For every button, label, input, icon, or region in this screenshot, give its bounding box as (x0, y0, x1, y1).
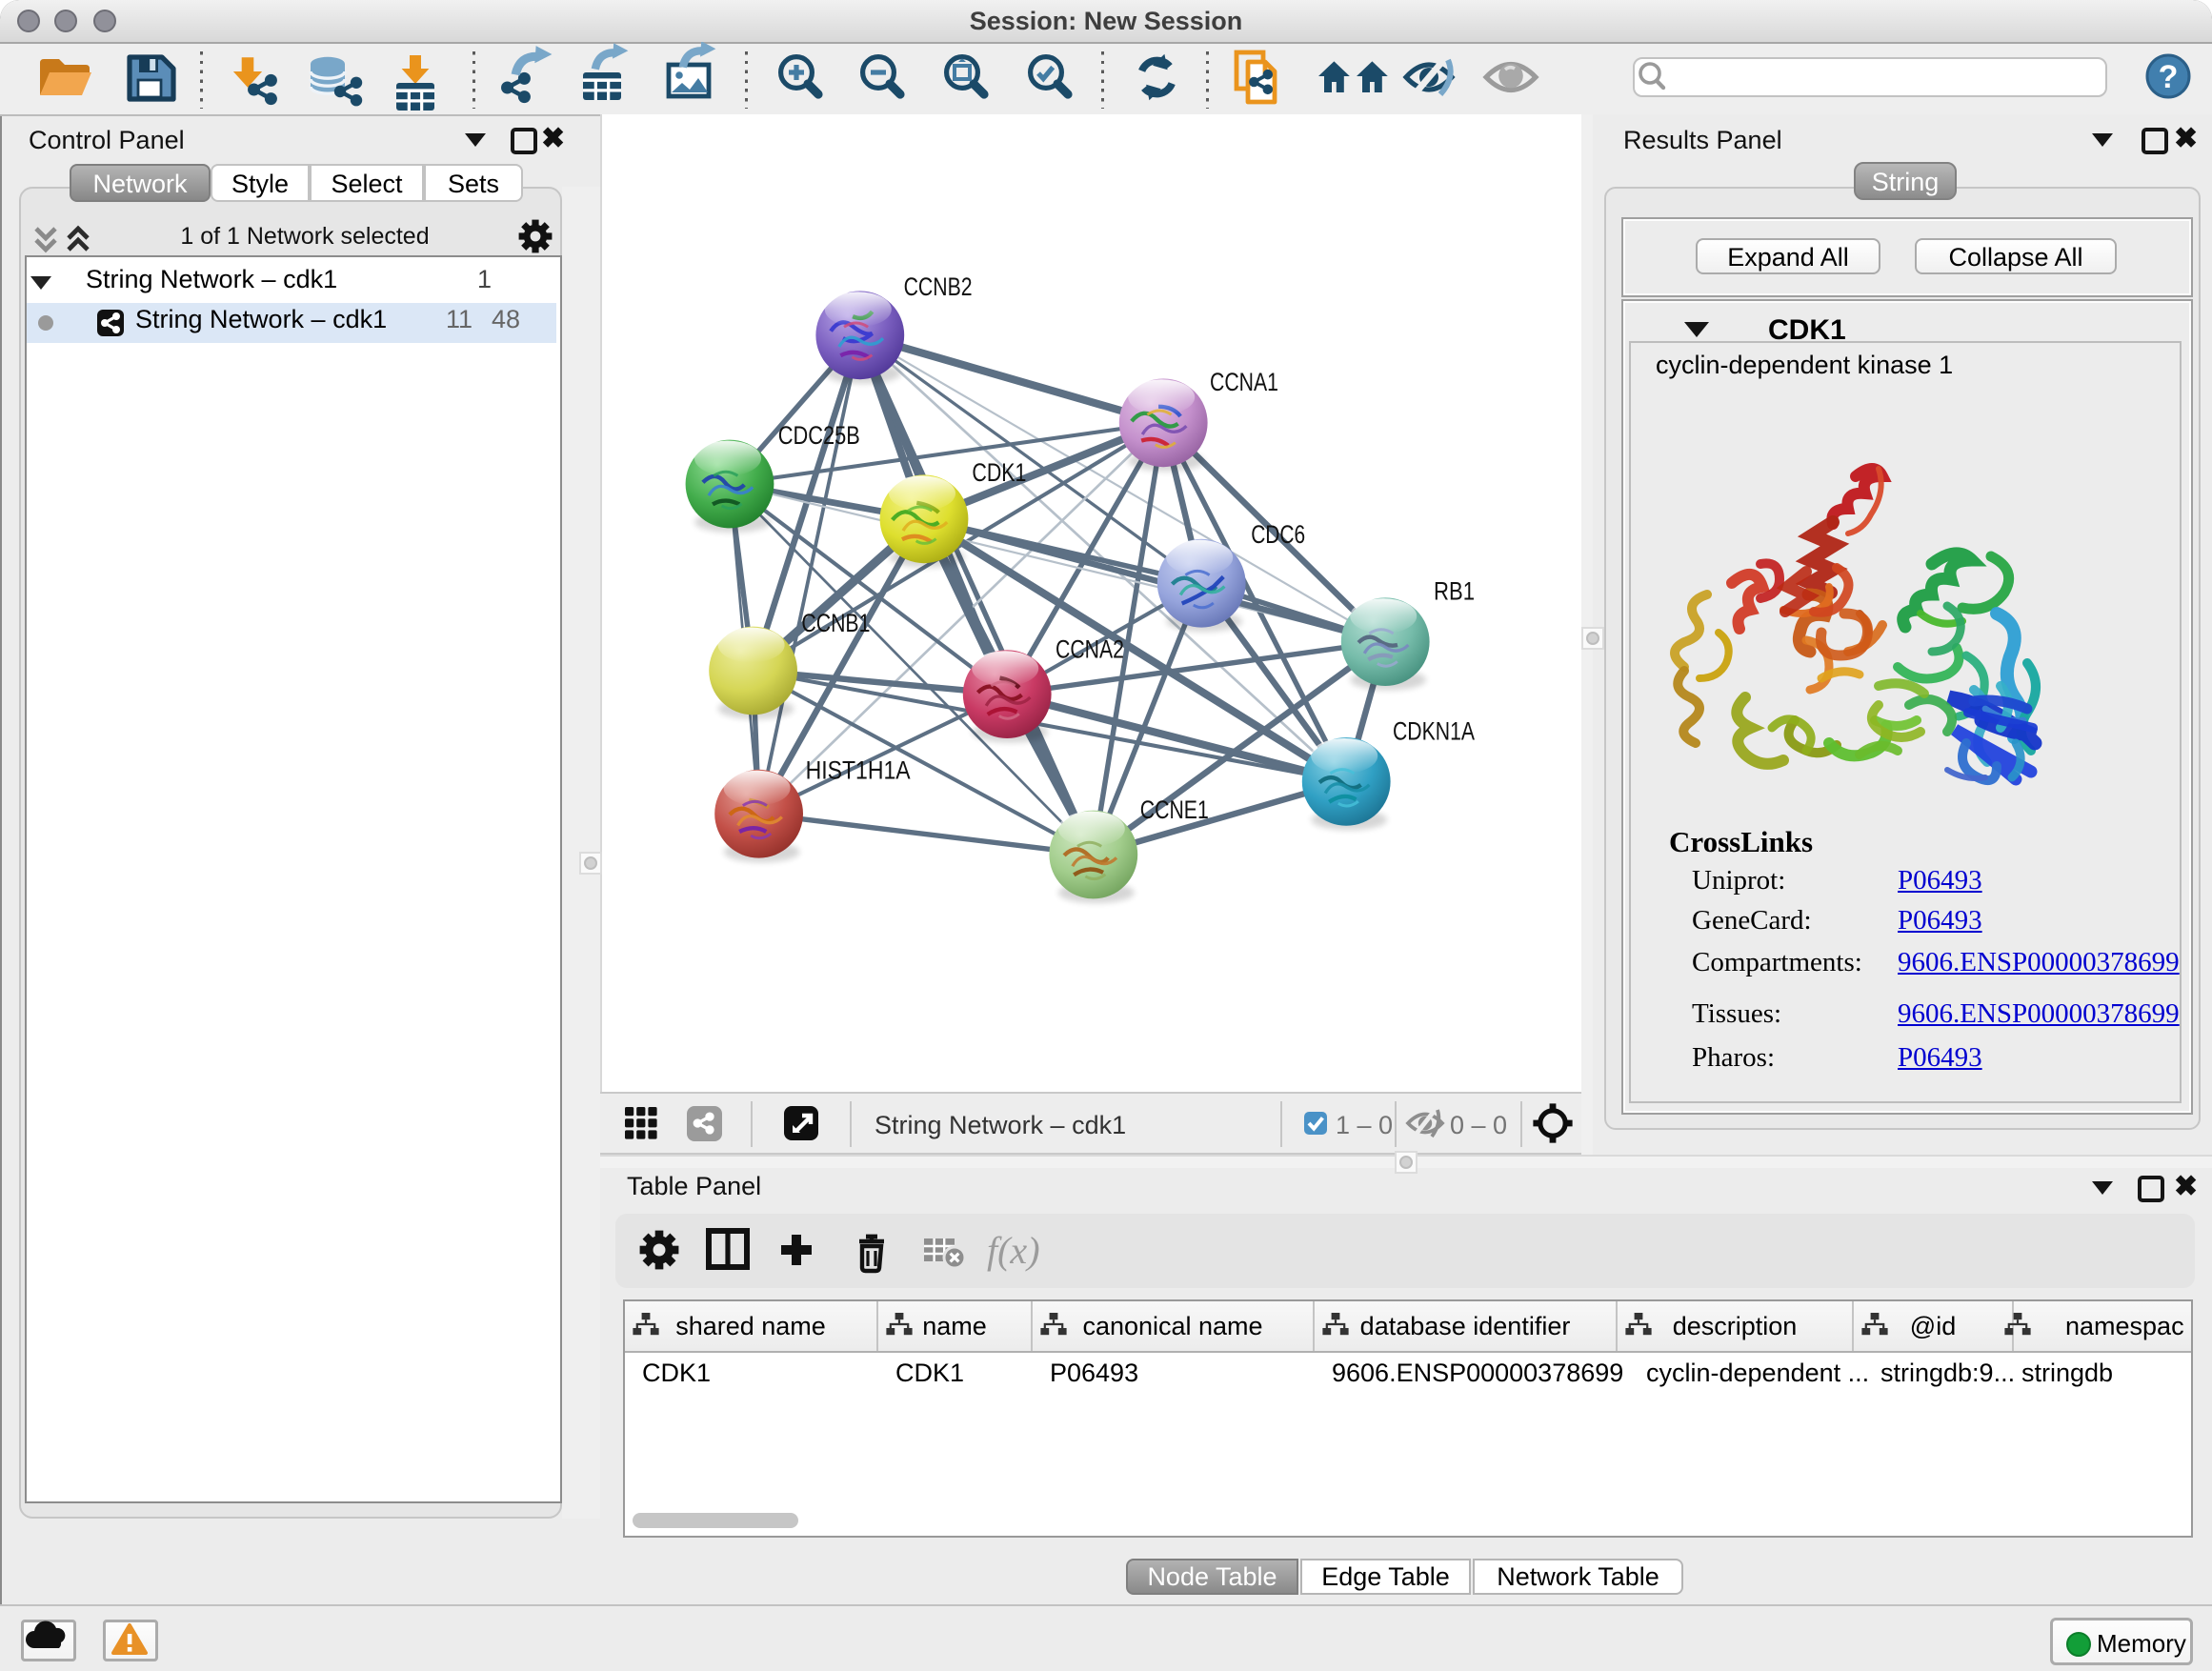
svg-text:HIST1H1A: HIST1H1A (806, 755, 911, 784)
svg-text:RB1: RB1 (1434, 576, 1475, 605)
svg-text:f(x): f(x) (987, 1229, 1040, 1272)
svg-text:CCNB2: CCNB2 (904, 272, 973, 301)
svg-text:CCNB1: CCNB1 (801, 609, 870, 637)
svg-text:?: ? (2159, 59, 2179, 95)
svg-text:CDC6: CDC6 (1251, 520, 1305, 549)
svg-text:CCNA2: CCNA2 (1056, 635, 1124, 664)
svg-text:CCNE1: CCNE1 (1140, 795, 1209, 824)
svg-text:CDK1: CDK1 (972, 458, 1026, 487)
svg-text:CDKN1A: CDKN1A (1393, 716, 1475, 745)
svg-text:CCNA1: CCNA1 (1210, 368, 1278, 396)
svg-text:CDC25B: CDC25B (778, 421, 860, 450)
